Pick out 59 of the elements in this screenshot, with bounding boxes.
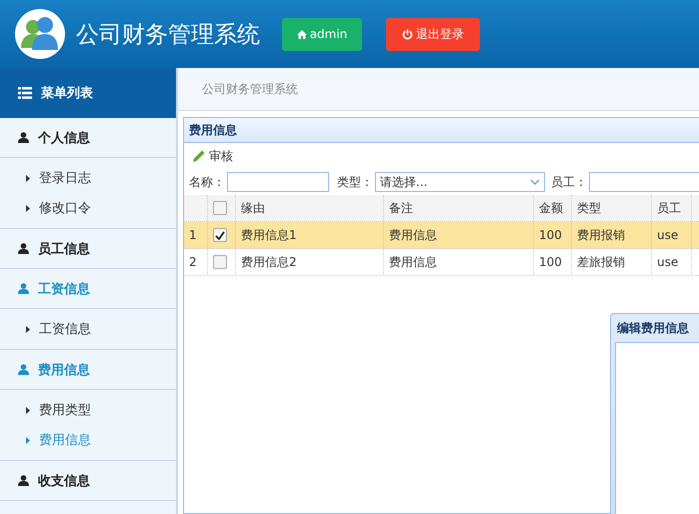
table-cell: 100 (534, 249, 572, 275)
menu-item[interactable]: 登录日志 (0, 163, 176, 193)
caret-icon (26, 174, 30, 182)
column-header[interactable]: 金额 (534, 195, 572, 221)
column-header[interactable]: 缘由 (236, 195, 384, 221)
menu-group-header[interactable]: 个人信息 (0, 118, 176, 158)
filter-input[interactable] (227, 172, 329, 192)
table-cell: use (652, 222, 692, 248)
person-icon (18, 132, 29, 143)
table-row[interactable]: 2 费用信息2 费用信息 100 差旅报销 use (184, 249, 699, 276)
row-checkbox[interactable] (213, 255, 227, 269)
filter-input[interactable] (589, 172, 699, 192)
table-cell: use (652, 249, 692, 275)
pencil-icon (192, 150, 205, 162)
menu-item[interactable]: 工资信息 (0, 314, 176, 344)
dialog-title: 编辑费用信息 (616, 320, 690, 336)
menu-item[interactable]: 费用类型 (0, 395, 176, 425)
person-icon (18, 283, 29, 294)
logout-button[interactable]: 退出登录 (386, 18, 480, 50)
menu-list-header: 菜单列表 (0, 68, 176, 118)
filter-label: 类型： (337, 174, 373, 190)
power-icon (402, 28, 413, 40)
table-cell: 100 (534, 222, 572, 248)
person-icon (18, 475, 29, 486)
row-checkbox[interactable] (213, 228, 227, 242)
table-cell: 费用信息 (384, 222, 534, 248)
menu-item[interactable]: 修改口令 (0, 193, 176, 223)
table-cell: 费用报销 (572, 222, 652, 248)
caret-icon (26, 326, 30, 332)
caret-icon (26, 436, 30, 444)
app-logo-icon (14, 8, 66, 60)
panel-title: 费用信息 (184, 118, 699, 143)
column-header[interactable]: 类型 (572, 195, 652, 221)
filter-label: 名称： (189, 174, 225, 190)
breadcrumb: 公司财务管理系统 (178, 68, 699, 111)
filter-label: 员工： (551, 174, 587, 190)
checkmark-icon (215, 230, 225, 240)
type-select[interactable]: 请选择... (375, 172, 545, 192)
menu-group-header[interactable]: 员工信息 (0, 229, 176, 269)
audit-button[interactable]: 审核 (192, 148, 233, 164)
caret-icon (26, 204, 30, 212)
menu-group-header[interactable]: 收支信息 (0, 461, 176, 501)
row-number: 2 (184, 249, 208, 275)
caret-icon (26, 406, 30, 414)
person-icon (18, 364, 29, 375)
table-cell: 差旅报销 (572, 249, 652, 275)
list-icon (18, 87, 32, 99)
table-cell: 费用信息2 (236, 249, 384, 275)
home-icon (296, 30, 307, 38)
table-cell: 费用信息 (384, 249, 534, 275)
column-header[interactable]: 备注 (384, 195, 534, 221)
chevron-down-icon (530, 179, 540, 185)
app-title: 公司财务管理系统 (76, 20, 260, 50)
table-row[interactable]: 1 费用信息1 费用信息 100 费用报销 use (184, 222, 699, 249)
column-header[interactable]: 员工 (652, 195, 692, 221)
table-cell: 费用信息1 (236, 222, 384, 248)
row-number: 1 (184, 222, 208, 248)
select-all-checkbox[interactable] (213, 201, 227, 215)
person-icon (18, 243, 29, 254)
